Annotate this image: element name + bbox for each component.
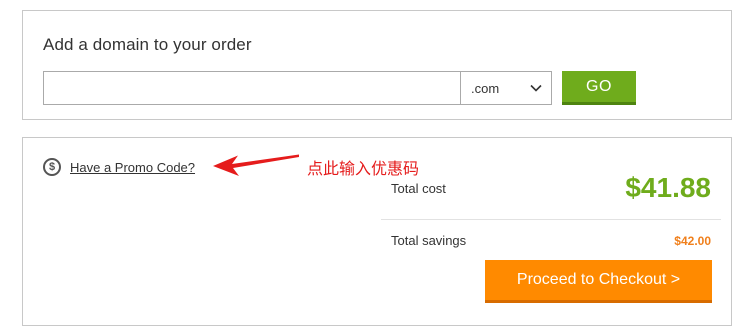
total-savings-label: Total savings xyxy=(391,233,467,248)
order-summary-panel: $ Have a Promo Code? 点此输入优惠码 Total cost … xyxy=(22,137,732,326)
domain-heading: Add a domain to your order xyxy=(43,35,252,54)
promo-code-row: $ Have a Promo Code? xyxy=(43,158,195,176)
total-savings-value: $42.00 xyxy=(674,234,711,248)
divider xyxy=(381,219,721,220)
chevron-down-icon xyxy=(529,81,543,95)
tld-selected-value: .com xyxy=(471,80,500,96)
total-cost-value: $41.88 xyxy=(625,172,711,203)
proceed-to-checkout-button[interactable]: Proceed to Checkout > xyxy=(485,260,712,303)
domain-search-panel: Add a domain to your order .com GO xyxy=(22,10,732,120)
total-cost-label: Total cost xyxy=(391,181,446,196)
tld-select[interactable]: .com xyxy=(460,71,552,105)
annotation-arrow-icon xyxy=(213,154,299,176)
go-button[interactable]: GO xyxy=(562,71,636,105)
domain-input[interactable] xyxy=(43,71,461,105)
promo-code-link[interactable]: Have a Promo Code? xyxy=(70,160,195,175)
dollar-circle-icon: $ xyxy=(43,158,61,176)
annotation-text: 点此输入优惠码 xyxy=(307,161,420,178)
